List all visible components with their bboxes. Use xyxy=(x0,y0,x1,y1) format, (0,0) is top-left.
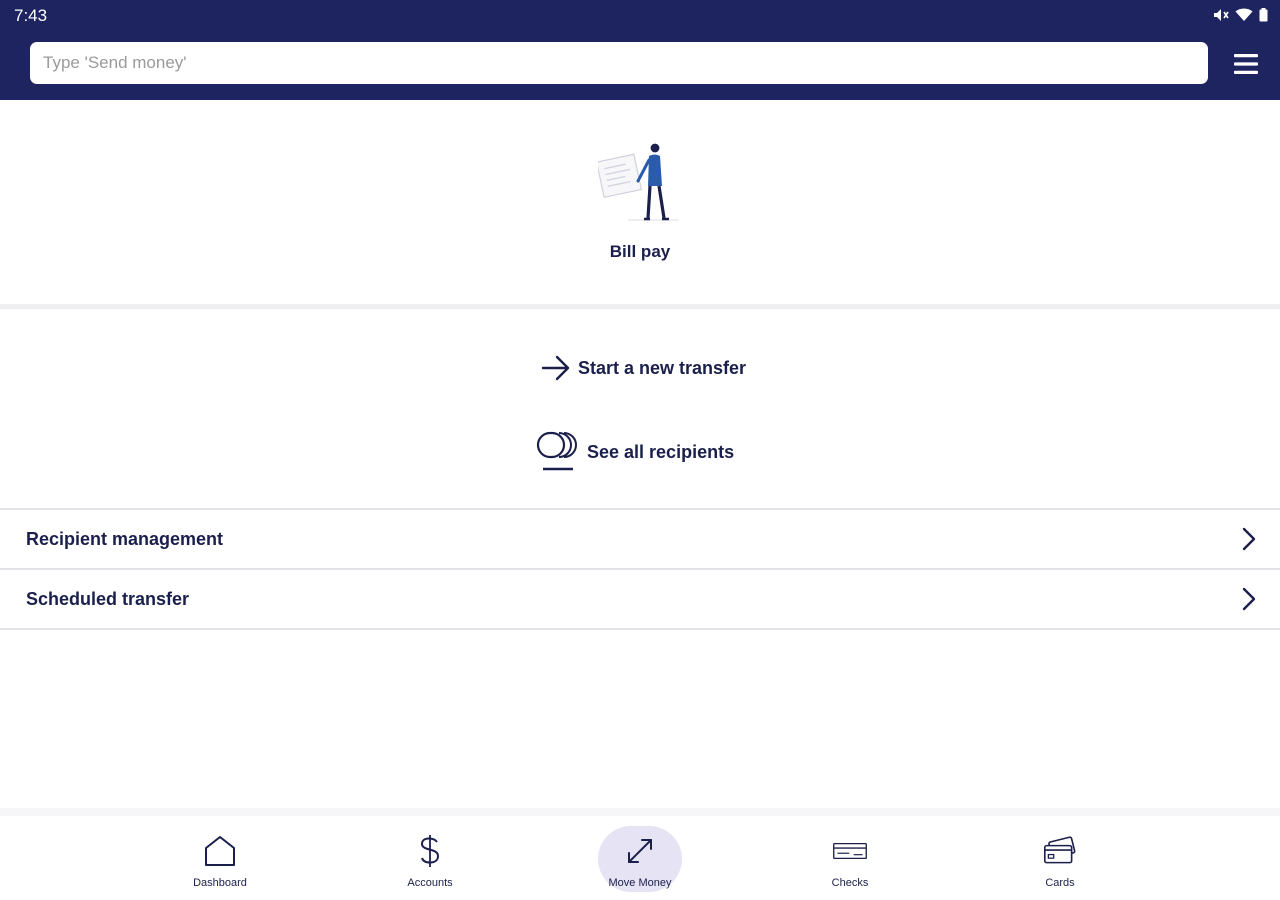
system-icons xyxy=(1213,8,1268,22)
status-time: 7:43 xyxy=(14,6,48,25)
chevron-right-icon xyxy=(1242,587,1256,611)
bill-pay-illustration xyxy=(598,143,678,221)
app-header xyxy=(0,32,1280,100)
nav-cards-label: Cards xyxy=(1045,877,1075,889)
nav-move-money-label: Move Money xyxy=(608,877,672,889)
scheduled-transfer-row[interactable]: Scheduled transfer xyxy=(0,568,1280,628)
section-divider xyxy=(0,304,1280,309)
bottom-nav-separator xyxy=(0,808,1280,816)
check-icon xyxy=(833,834,867,868)
mute-icon xyxy=(1214,9,1229,21)
status-bar: 7:43 xyxy=(0,0,1280,32)
nav-dashboard[interactable]: Dashboard xyxy=(165,816,275,900)
scheduled-transfer-label: Scheduled transfer xyxy=(26,588,190,609)
wifi-icon xyxy=(1235,8,1253,21)
recipients-icon xyxy=(536,431,577,471)
home-icon xyxy=(203,834,237,868)
list-divider xyxy=(0,628,1280,630)
bottom-navigation: Dashboard Accounts Move Money Checks Car… xyxy=(0,816,1280,900)
dollar-icon xyxy=(413,834,447,868)
nav-dashboard-label: Dashboard xyxy=(193,877,247,889)
nav-checks[interactable]: Checks xyxy=(795,816,905,900)
recipient-management-label: Recipient management xyxy=(26,528,224,549)
cards-icon xyxy=(1043,834,1077,868)
bill-pay-tile[interactable]: Bill pay xyxy=(0,100,1280,304)
arrow-right-icon xyxy=(541,355,570,381)
see-all-recipients-button[interactable]: See all recipients xyxy=(535,430,734,474)
chevron-right-icon xyxy=(1242,527,1256,551)
transfer-arrows-icon xyxy=(623,834,657,868)
start-new-transfer-label: Start a new transfer xyxy=(578,357,747,378)
battery-icon xyxy=(1259,8,1268,22)
nav-cards[interactable]: Cards xyxy=(1005,816,1115,900)
start-new-transfer-button[interactable]: Start a new transfer xyxy=(540,354,746,382)
nav-accounts-label: Accounts xyxy=(407,877,453,889)
recipient-management-row[interactable]: Recipient management xyxy=(0,508,1280,568)
bill-pay-label: Bill pay xyxy=(609,242,671,261)
hamburger-menu-icon[interactable] xyxy=(1233,51,1259,77)
nav-accounts[interactable]: Accounts xyxy=(375,816,485,900)
nav-checks-label: Checks xyxy=(831,877,869,889)
nav-move-money[interactable]: Move Money xyxy=(585,816,695,900)
search-input[interactable] xyxy=(30,42,1208,84)
see-all-recipients-label: See all recipients xyxy=(587,441,735,462)
